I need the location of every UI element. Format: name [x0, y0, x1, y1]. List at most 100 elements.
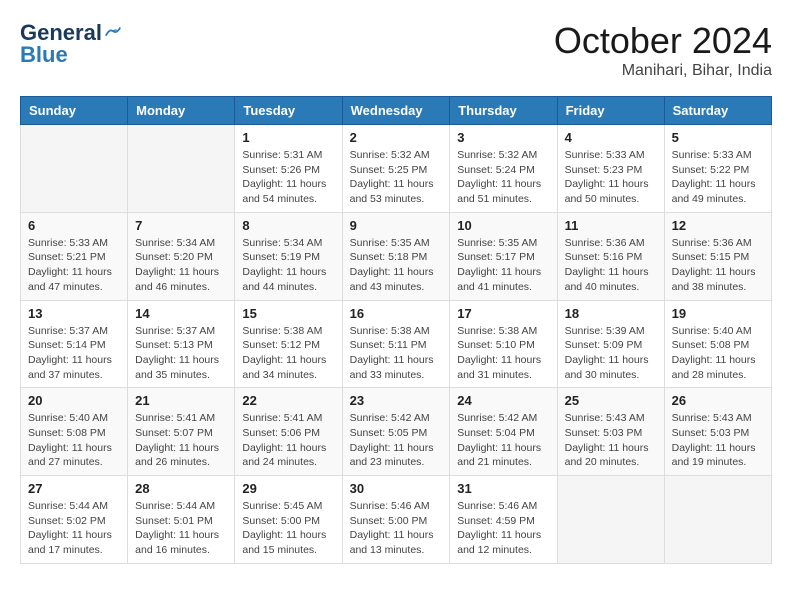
page-header: General Blue October 2024 Manihari, Biha… [20, 20, 772, 80]
col-sunday: Sunday [21, 97, 128, 125]
day-info: Sunrise: 5:42 AMSunset: 5:04 PMDaylight:… [457, 411, 549, 470]
day-info: Sunrise: 5:37 AMSunset: 5:13 PMDaylight:… [135, 324, 227, 383]
day-number: 22 [242, 393, 334, 408]
day-info: Sunrise: 5:33 AMSunset: 5:22 PMDaylight:… [672, 148, 764, 207]
calendar-cell: 5 Sunrise: 5:33 AMSunset: 5:22 PMDaylight… [664, 125, 771, 213]
day-number: 7 [135, 218, 227, 233]
day-number: 28 [135, 481, 227, 496]
day-number: 12 [672, 218, 764, 233]
day-info: Sunrise: 5:37 AMSunset: 5:14 PMDaylight:… [28, 324, 120, 383]
day-number: 29 [242, 481, 334, 496]
calendar-cell: 7Sunrise: 5:34 AMSunset: 5:20 PMDaylight… [128, 212, 235, 300]
day-info: Sunrise: 5:44 AMSunset: 5:02 PMDaylight:… [28, 499, 120, 558]
col-wednesday: Wednesday [342, 97, 450, 125]
day-info: Sunrise: 5:33 AMSunset: 5:23 PMDaylight:… [565, 148, 657, 207]
calendar-cell [557, 476, 664, 564]
week-row-4: 20 Sunrise: 5:40 AMSunset: 5:08 PMDayligh… [21, 388, 772, 476]
calendar-cell: 10 Sunrise: 5:35 AMSunset: 5:17 PMDayligh… [450, 212, 557, 300]
day-number: 25 [565, 393, 657, 408]
day-number: 20 [28, 393, 120, 408]
day-number: 3 [457, 130, 549, 145]
day-info: Sunrise: 5:31 AMSunset: 5:26 PMDaylight:… [242, 148, 334, 207]
day-number: 1 [242, 130, 334, 145]
month-title: October 2024 [554, 20, 772, 62]
calendar-cell: 4 Sunrise: 5:33 AMSunset: 5:23 PMDaylight… [557, 125, 664, 213]
week-row-1: 1 Sunrise: 5:31 AMSunset: 5:26 PMDaylight… [21, 125, 772, 213]
calendar-cell: 12 Sunrise: 5:36 AMSunset: 5:15 PMDayligh… [664, 212, 771, 300]
day-info: Sunrise: 5:35 AMSunset: 5:18 PMDaylight:… [350, 236, 443, 295]
day-number: 26 [672, 393, 764, 408]
col-thursday: Thursday [450, 97, 557, 125]
day-info: Sunrise: 5:46 AMSunset: 5:00 PMDaylight:… [350, 499, 443, 558]
col-saturday: Saturday [664, 97, 771, 125]
day-info: Sunrise: 5:45 AMSunset: 5:00 PMDaylight:… [242, 499, 334, 558]
day-info: Sunrise: 5:40 AMSunset: 5:08 PMDaylight:… [28, 411, 120, 470]
calendar-cell: 22 Sunrise: 5:41 AMSunset: 5:06 PMDayligh… [235, 388, 342, 476]
logo-blue: Blue [20, 42, 68, 68]
calendar-cell: 8Sunrise: 5:34 AMSunset: 5:19 PMDaylight… [235, 212, 342, 300]
day-number: 14 [135, 306, 227, 321]
day-number: 23 [350, 393, 443, 408]
day-number: 16 [350, 306, 443, 321]
day-number: 5 [672, 130, 764, 145]
calendar-cell: 18Sunrise: 5:39 AMSunset: 5:09 PMDayligh… [557, 300, 664, 388]
day-info: Sunrise: 5:38 AMSunset: 5:11 PMDaylight:… [350, 324, 443, 383]
logo: General Blue [20, 20, 122, 68]
day-number: 15 [242, 306, 334, 321]
day-info: Sunrise: 5:42 AMSunset: 5:05 PMDaylight:… [350, 411, 443, 470]
calendar-cell: 14 Sunrise: 5:37 AMSunset: 5:13 PMDayligh… [128, 300, 235, 388]
calendar-cell [21, 125, 128, 213]
day-number: 21 [135, 393, 227, 408]
week-row-3: 13Sunrise: 5:37 AMSunset: 5:14 PMDayligh… [21, 300, 772, 388]
calendar-cell: 24 Sunrise: 5:42 AMSunset: 5:04 PMDayligh… [450, 388, 557, 476]
logo-bird-icon [104, 26, 122, 40]
calendar-cell: 20 Sunrise: 5:40 AMSunset: 5:08 PMDayligh… [21, 388, 128, 476]
calendar-cell: 13Sunrise: 5:37 AMSunset: 5:14 PMDayligh… [21, 300, 128, 388]
day-info: Sunrise: 5:38 AMSunset: 5:12 PMDaylight:… [242, 324, 334, 383]
day-info: Sunrise: 5:36 AMSunset: 5:15 PMDaylight:… [672, 236, 764, 295]
day-number: 11 [565, 218, 657, 233]
calendar-table: Sunday Monday Tuesday Wednesday Thursday… [20, 96, 772, 564]
day-number: 17 [457, 306, 549, 321]
day-number: 24 [457, 393, 549, 408]
day-info: Sunrise: 5:35 AMSunset: 5:17 PMDaylight:… [457, 236, 549, 295]
calendar-cell: 9 Sunrise: 5:35 AMSunset: 5:18 PMDaylight… [342, 212, 450, 300]
calendar-cell: 28 Sunrise: 5:44 AMSunset: 5:01 PMDayligh… [128, 476, 235, 564]
calendar-cell: 19Sunrise: 5:40 AMSunset: 5:08 PMDayligh… [664, 300, 771, 388]
day-number: 4 [565, 130, 657, 145]
day-info: Sunrise: 5:44 AMSunset: 5:01 PMDaylight:… [135, 499, 227, 558]
calendar-cell: 6Sunrise: 5:33 AMSunset: 5:21 PMDaylight… [21, 212, 128, 300]
calendar-cell: 3 Sunrise: 5:32 AMSunset: 5:24 PMDaylight… [450, 125, 557, 213]
day-number: 30 [350, 481, 443, 496]
week-row-5: 27Sunrise: 5:44 AMSunset: 5:02 PMDayligh… [21, 476, 772, 564]
day-info: Sunrise: 5:43 AMSunset: 5:03 PMDaylight:… [672, 411, 764, 470]
calendar-cell: 31 Sunrise: 5:46 AMSunset: 4:59 PMDayligh… [450, 476, 557, 564]
calendar-cell [664, 476, 771, 564]
day-number: 8 [242, 218, 334, 233]
day-info: Sunrise: 5:32 AMSunset: 5:25 PMDaylight:… [350, 148, 443, 207]
day-number: 10 [457, 218, 549, 233]
day-info: Sunrise: 5:41 AMSunset: 5:06 PMDaylight:… [242, 411, 334, 470]
day-info: Sunrise: 5:32 AMSunset: 5:24 PMDaylight:… [457, 148, 549, 207]
day-number: 31 [457, 481, 549, 496]
day-number: 9 [350, 218, 443, 233]
day-info: Sunrise: 5:40 AMSunset: 5:08 PMDaylight:… [672, 324, 764, 383]
day-info: Sunrise: 5:43 AMSunset: 5:03 PMDaylight:… [565, 411, 657, 470]
calendar-cell: 21Sunrise: 5:41 AMSunset: 5:07 PMDayligh… [128, 388, 235, 476]
day-info: Sunrise: 5:38 AMSunset: 5:10 PMDaylight:… [457, 324, 549, 383]
calendar-cell: 29 Sunrise: 5:45 AMSunset: 5:00 PMDayligh… [235, 476, 342, 564]
calendar-cell: 11 Sunrise: 5:36 AMSunset: 5:16 PMDayligh… [557, 212, 664, 300]
day-number: 6 [28, 218, 120, 233]
calendar-cell: 2Sunrise: 5:32 AMSunset: 5:25 PMDaylight… [342, 125, 450, 213]
calendar-cell: 23 Sunrise: 5:42 AMSunset: 5:05 PMDayligh… [342, 388, 450, 476]
day-info: Sunrise: 5:46 AMSunset: 4:59 PMDaylight:… [457, 499, 549, 558]
calendar-cell: 15 Sunrise: 5:38 AMSunset: 5:12 PMDayligh… [235, 300, 342, 388]
title-section: October 2024 Manihari, Bihar, India [554, 20, 772, 80]
calendar-cell: 27Sunrise: 5:44 AMSunset: 5:02 PMDayligh… [21, 476, 128, 564]
col-friday: Friday [557, 97, 664, 125]
calendar-header-row: Sunday Monday Tuesday Wednesday Thursday… [21, 97, 772, 125]
day-info: Sunrise: 5:39 AMSunset: 5:09 PMDaylight:… [565, 324, 657, 383]
location: Manihari, Bihar, India [554, 62, 772, 80]
day-info: Sunrise: 5:36 AMSunset: 5:16 PMDaylight:… [565, 236, 657, 295]
calendar-cell [128, 125, 235, 213]
